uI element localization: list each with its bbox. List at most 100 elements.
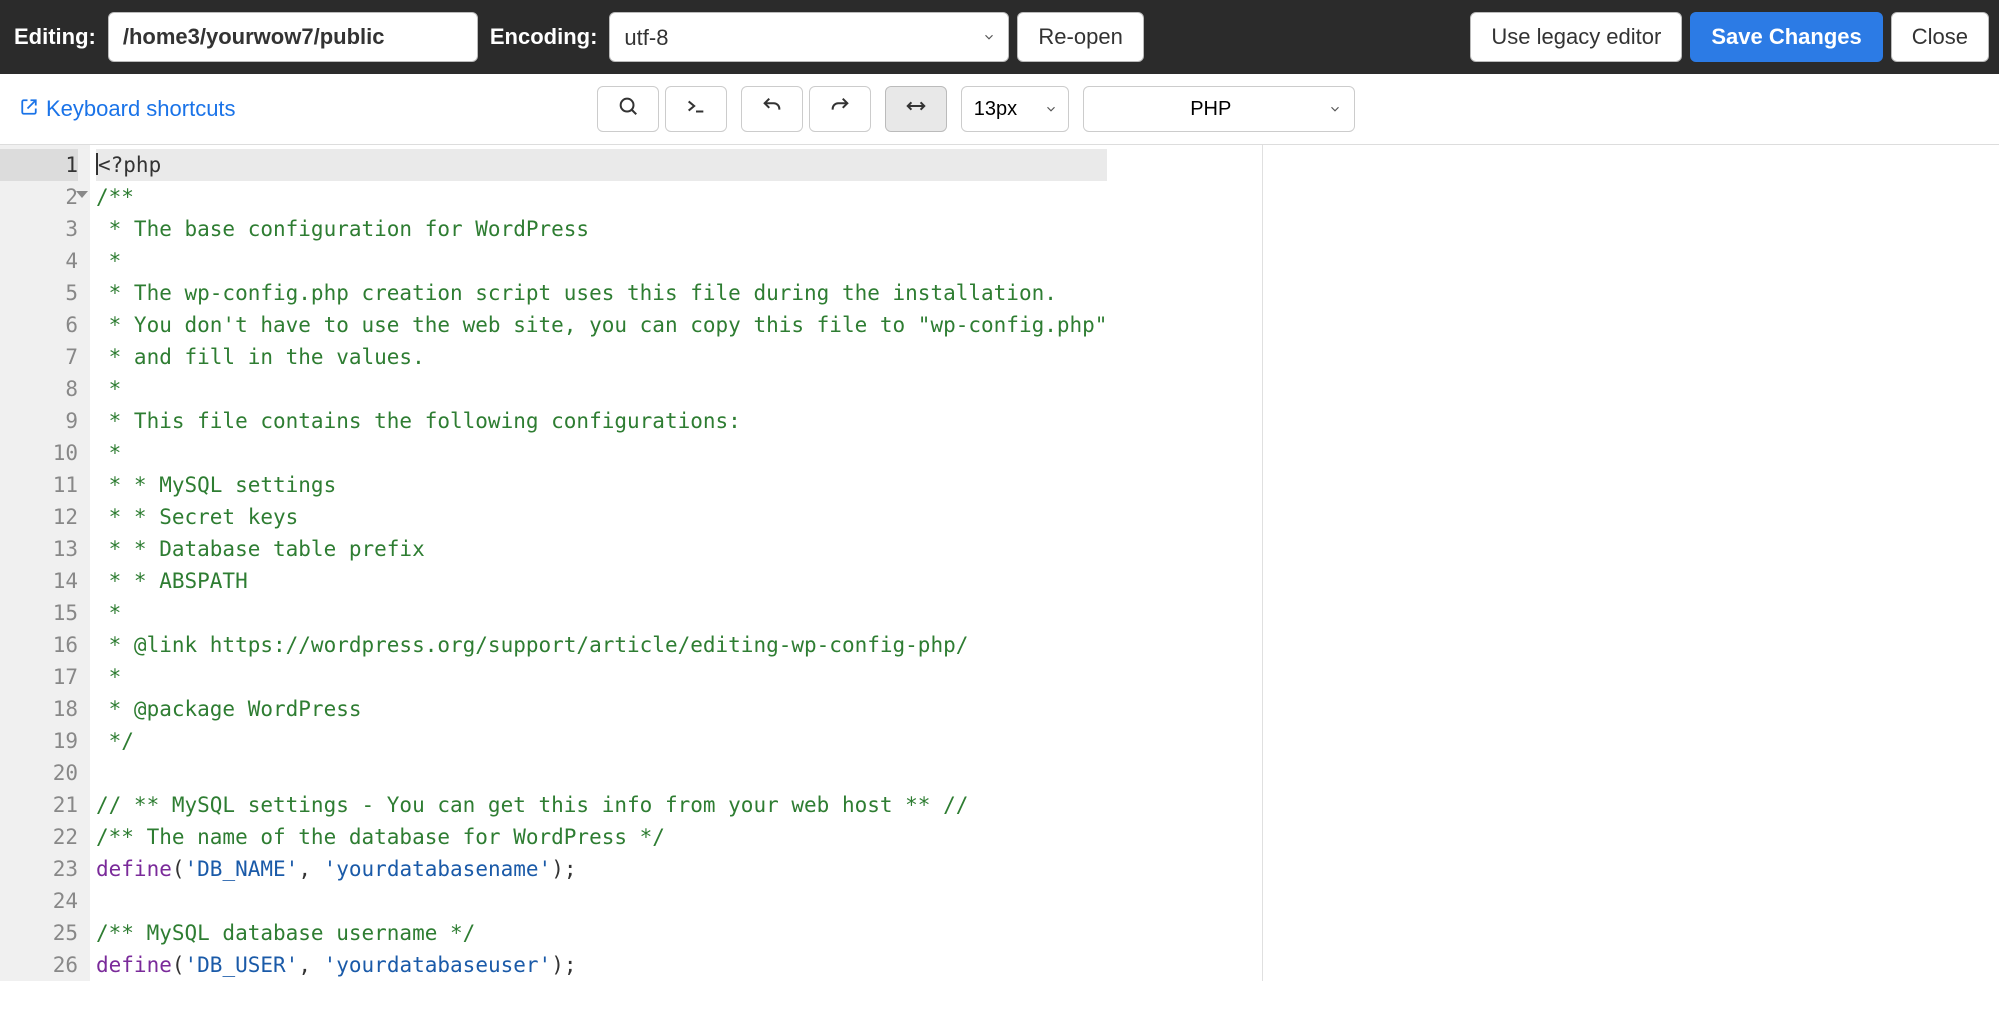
filename-input[interactable] [108,12,478,62]
code-line[interactable]: * * ABSPATH [96,565,1107,597]
line-number[interactable]: 26 [0,949,78,981]
line-number[interactable]: 20 [0,757,78,789]
code-line[interactable]: // ** MySQL settings - You can get this … [96,789,1107,821]
token-tag: <?php [98,153,161,177]
token-comment: * [96,377,121,401]
token-punct: ); [551,857,576,881]
line-number[interactable]: 24 [0,885,78,917]
code-area[interactable]: <?php /** * The base configuration for Wo… [90,145,1107,981]
token-comment: * [96,601,121,625]
code-line[interactable]: /** The name of the database for WordPre… [96,821,1107,853]
token-comment: * @link https://wordpress.org/support/ar… [96,633,968,657]
code-line[interactable]: * * Secret keys [96,501,1107,533]
code-line[interactable]: * [96,661,1107,693]
token-punct: , [298,953,323,977]
code-line[interactable] [96,757,1107,789]
code-line[interactable]: * You don't have to use the web site, yo… [96,309,1107,341]
token-key: define [96,857,172,881]
search-icon [617,95,639,123]
line-number[interactable]: 23 [0,853,78,885]
code-line[interactable]: <?php [96,149,1107,181]
code-editor[interactable]: 1234567891011121314151617181920212223242… [0,145,1999,981]
line-number[interactable]: 1 [0,149,78,181]
line-number[interactable]: 4 [0,245,78,277]
terminal-icon [685,95,707,123]
token-comment: * * MySQL settings [96,473,336,497]
code-line[interactable]: define('DB_NAME', 'yourdatabasename'); [96,853,1107,885]
redo-button[interactable] [809,86,871,132]
token-comment: * [96,441,121,465]
token-key: define [96,953,172,977]
line-number[interactable]: 9 [0,405,78,437]
save-changes-button[interactable]: Save Changes [1690,12,1882,62]
code-line[interactable]: * * Database table prefix [96,533,1107,565]
line-number[interactable]: 19 [0,725,78,757]
arrows-horizontal-icon [905,95,927,123]
search-button[interactable] [597,86,659,132]
code-line[interactable]: * and fill in the values. [96,341,1107,373]
token-punct: , [298,857,323,881]
line-number[interactable]: 22 [0,821,78,853]
line-number[interactable]: 7 [0,341,78,373]
line-number[interactable]: 15 [0,597,78,629]
line-number[interactable]: 5 [0,277,78,309]
token-comment: /** The name of the database for WordPre… [96,825,665,849]
line-number[interactable]: 18 [0,693,78,725]
code-line[interactable]: */ [96,725,1107,757]
line-number[interactable]: 6 [0,309,78,341]
token-comment: * You don't have to use the web site, yo… [96,313,1107,337]
code-line[interactable]: * @package WordPress [96,693,1107,725]
code-line[interactable] [96,885,1107,917]
code-line[interactable]: * [96,437,1107,469]
toolbar-controls: 13px PHP [597,86,1355,132]
code-line[interactable]: * This file contains the following confi… [96,405,1107,437]
line-number[interactable]: 8 [0,373,78,405]
fontsize-select[interactable]: 13px [961,86,1069,132]
code-line[interactable]: * * MySQL settings [96,469,1107,501]
token-comment: // ** MySQL settings - You can get this … [96,793,968,817]
external-link-icon [20,96,38,122]
keyboard-shortcuts-label: Keyboard shortcuts [46,96,236,122]
token-str: 'yourdatabasename' [324,857,552,881]
line-number[interactable]: 16 [0,629,78,661]
code-line[interactable]: /** [96,181,1107,213]
line-number[interactable]: 21 [0,789,78,821]
redo-icon [829,95,851,123]
token-str: 'DB_USER' [185,953,299,977]
reopen-button[interactable]: Re-open [1017,12,1143,62]
line-number[interactable]: 2 [0,181,78,213]
keyboard-shortcuts-link[interactable]: Keyboard shortcuts [20,96,236,122]
token-comment: * [96,665,121,689]
legacy-editor-button[interactable]: Use legacy editor [1470,12,1682,62]
wrap-toggle-button[interactable] [885,86,947,132]
line-number[interactable]: 13 [0,533,78,565]
encoding-select[interactable]: utf-8 [609,12,1009,62]
line-number[interactable]: 14 [0,565,78,597]
print-margin [1262,145,1263,981]
code-line[interactable]: * [96,245,1107,277]
line-number[interactable]: 3 [0,213,78,245]
language-select[interactable]: PHP [1083,86,1355,132]
line-number[interactable]: 25 [0,917,78,949]
token-comment: * * ABSPATH [96,569,248,593]
code-line[interactable]: * The base configuration for WordPress [96,213,1107,245]
line-number[interactable]: 12 [0,501,78,533]
code-line[interactable]: /** MySQL database username */ [96,917,1107,949]
code-line[interactable]: * @link https://wordpress.org/support/ar… [96,629,1107,661]
gutter[interactable]: 1234567891011121314151617181920212223242… [0,145,90,981]
editing-label: Editing: [10,24,100,50]
editor-wrap: 1234567891011121314151617181920212223242… [0,145,1999,981]
undo-button[interactable] [741,86,803,132]
toolbar: Keyboard shortcuts [0,74,1999,145]
code-line[interactable]: * [96,373,1107,405]
line-number[interactable]: 10 [0,437,78,469]
token-punct: ( [172,953,185,977]
line-number[interactable]: 11 [0,469,78,501]
terminal-button[interactable] [665,86,727,132]
code-line[interactable]: * [96,597,1107,629]
code-line[interactable]: * The wp-config.php creation script uses… [96,277,1107,309]
line-number[interactable]: 17 [0,661,78,693]
fold-marker-icon[interactable] [76,191,88,198]
close-button[interactable]: Close [1891,12,1989,62]
code-line[interactable]: define('DB_USER', 'yourdatabaseuser'); [96,949,1107,981]
